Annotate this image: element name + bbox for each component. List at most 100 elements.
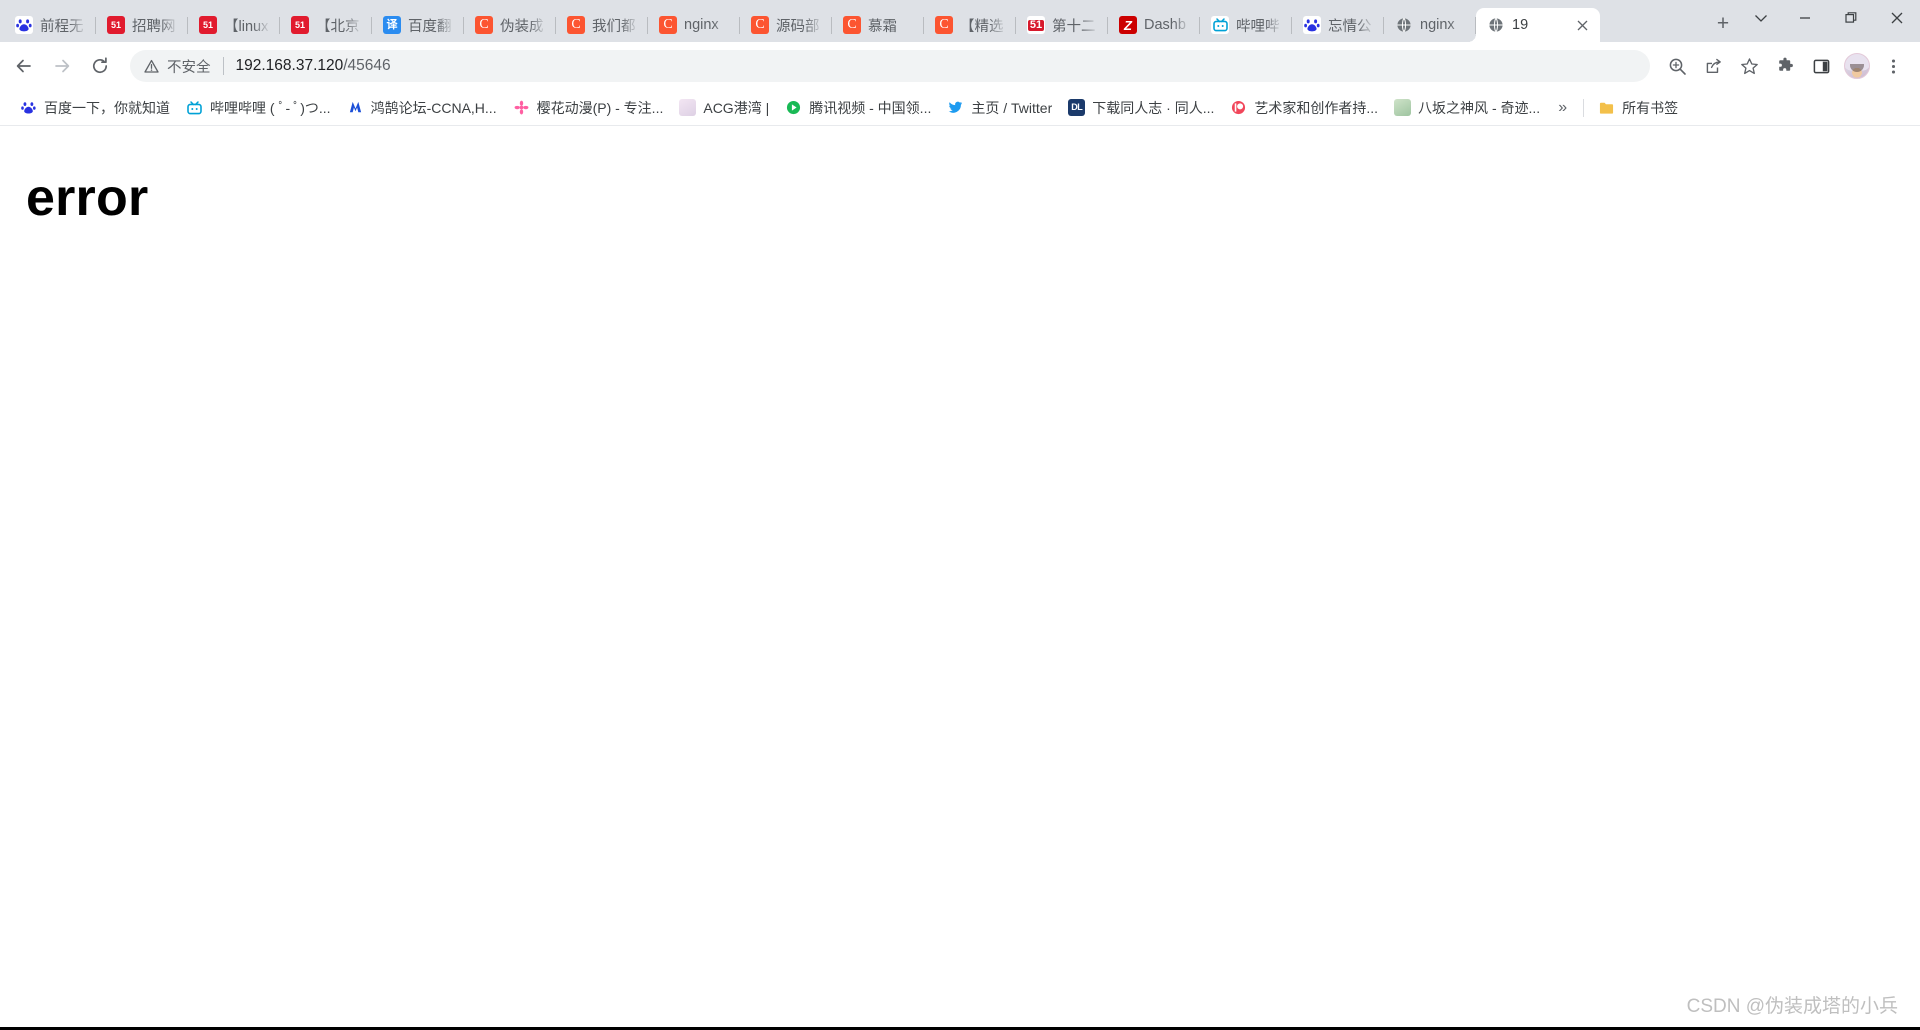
- tab-15[interactable]: nginx: [1384, 8, 1476, 42]
- bookmark-doujin-label: 下载同人志 · 同人...: [1092, 99, 1215, 116]
- tab-14[interactable]: 忘情公: [1292, 8, 1384, 42]
- bookmarks-divider: [1583, 98, 1585, 117]
- bookmark-honghu-label: 鸿鹄论坛-CCNA,H...: [370, 99, 497, 116]
- forward-button[interactable]: [44, 48, 80, 84]
- globe-icon: [1487, 16, 1505, 34]
- tab-12[interactable]: Z Dashb: [1108, 8, 1200, 42]
- baidu-icon: [15, 16, 33, 34]
- tab-16[interactable]: 19: [1468, 8, 1600, 42]
- bookmark-tencent-video[interactable]: 腾讯视频 - 中国领...: [777, 94, 939, 122]
- bookmark-acg[interactable]: ACG港湾 |: [671, 94, 777, 122]
- tab-strip: 前程无 51 招聘网 51 【linux 51 【北京译百度翻 C 伪装成 C 我们都 Cnginx C…: [0, 0, 1920, 42]
- tab-13[interactable]: 哔哩哔: [1200, 8, 1292, 42]
- bookmark-honghu[interactable]: 鸿鹄论坛-CCNA,H...: [339, 94, 505, 122]
- minimize-button[interactable]: [1782, 0, 1828, 36]
- extensions-puzzle-icon: [1778, 57, 1793, 71]
- bookmark-twitter-icon: [947, 99, 965, 116]
- chevron-down-icon: [1755, 15, 1767, 22]
- csdn-icon: C: [567, 16, 585, 34]
- zoom-in-icon: [1669, 58, 1686, 75]
- csdn-icon: C: [751, 16, 769, 34]
- side-panel-icon: [1813, 59, 1829, 73]
- tab-close-icon[interactable]: [1573, 16, 1591, 34]
- close-button[interactable]: [1874, 0, 1920, 36]
- browser-menu-icon: [1891, 58, 1895, 74]
- tab-title: 我们都: [592, 18, 636, 35]
- bookmark-acg-label: ACG港湾 |: [703, 99, 770, 116]
- tab-title: 前程无: [40, 18, 84, 35]
- tab-10[interactable]: C 【精选: [924, 8, 1016, 42]
- csdn-icon: C: [475, 16, 493, 34]
- tab-title: 【北京: [316, 18, 360, 35]
- tab-5[interactable]: C 伪装成: [464, 8, 556, 42]
- tab-9[interactable]: C 慕霜: [832, 8, 924, 42]
- bookmark-tencent-video-label: 腾讯视频 - 中国领...: [809, 99, 932, 116]
- 51cto-icon: 51: [1027, 16, 1045, 34]
- back-arrow-icon: [16, 59, 31, 73]
- new-tab-button[interactable]: +: [1706, 6, 1740, 40]
- share-button[interactable]: [1696, 49, 1730, 83]
- page-content: error CSDN @伪装成塔的小兵: [0, 126, 1920, 1030]
- zoom-in-button[interactable]: [1660, 49, 1694, 83]
- profile-avatar[interactable]: [1844, 53, 1870, 79]
- tab-title: 源码部: [776, 18, 820, 35]
- tab-3[interactable]: 51 【北京: [280, 8, 372, 42]
- tab-title: 慕霜: [868, 18, 897, 35]
- maximize-icon: [1845, 12, 1857, 23]
- window-controls: [1740, 0, 1920, 42]
- csdn-watermark: CSDN @伪装成塔的小兵: [1686, 996, 1898, 1017]
- tab-7[interactable]: Cnginx: [648, 8, 740, 42]
- browser-menu-button[interactable]: [1876, 49, 1910, 83]
- url-text: 192.168.37.120/45646: [236, 57, 1637, 75]
- bookmarks-bar: 百度一下，你就知道 哔哩哔哩 ( ﾟ- ﾟ)つ... 鸿鹄论坛-CCNA,H... 樱…: [0, 90, 1920, 126]
- bookmark-sakura-label: 樱花动漫(P) - 专注...: [536, 99, 664, 116]
- bookmark-twitter[interactable]: 主页 / Twitter: [939, 94, 1060, 122]
- bookmark-doujin[interactable]: DL 下载同人志 · 同人...: [1060, 94, 1222, 122]
- bookmark-star-icon: [1740, 57, 1758, 74]
- tab-2[interactable]: 51 【linux: [188, 8, 280, 42]
- globe-icon: [1395, 16, 1413, 34]
- csdn-icon: C: [843, 16, 861, 34]
- bookmark-sakura-icon: [512, 99, 530, 116]
- bookmark-baidu[interactable]: 百度一下，你就知道: [12, 94, 178, 122]
- 51job-icon: 51: [291, 16, 309, 34]
- close-icon: [1891, 12, 1903, 24]
- url-host: 192.168.37.120: [235, 57, 344, 74]
- bookmark-yasaka-icon: [1394, 99, 1412, 116]
- bookmark-star-button[interactable]: [1732, 49, 1766, 83]
- address-bar[interactable]: 不安全 192.168.37.120/45646: [130, 50, 1650, 82]
- back-button[interactable]: [6, 48, 42, 84]
- bookmarks-overflow-button[interactable]: »: [1548, 97, 1577, 119]
- tab-6[interactable]: C 我们都: [556, 8, 648, 42]
- reload-icon: [92, 57, 108, 74]
- omnibox-divider: [222, 57, 224, 75]
- tab-8[interactable]: C 源码部: [740, 8, 832, 42]
- all-bookmarks-button[interactable]: 所有书签: [1590, 94, 1686, 122]
- bookmark-sakura[interactable]: 樱花动漫(P) - 专注...: [505, 94, 672, 122]
- bookmark-tencent-video-icon: [785, 99, 803, 116]
- tab-list: 前程无 51 招聘网 51 【linux 51 【北京译百度翻 C 伪装成 C 我们都 Cnginx C…: [4, 0, 1700, 42]
- bookmark-patreon-label: 艺术家和创作者持...: [1254, 99, 1379, 116]
- baidu-fanyi-icon: 译: [383, 16, 401, 34]
- minimize-icon: [1800, 17, 1810, 19]
- reload-button[interactable]: [82, 48, 118, 84]
- bookmark-yasaka[interactable]: 八坂之神风 - 奇迹...: [1386, 94, 1548, 122]
- tab-4[interactable]: 译百度翻: [372, 8, 464, 42]
- tab-title: 【精选: [960, 18, 1004, 35]
- tab-0[interactable]: 前程无: [4, 8, 96, 42]
- bookmark-baidu-icon: [20, 99, 37, 116]
- tab-title: nginx: [1420, 17, 1455, 33]
- bookmark-bilibili[interactable]: 哔哩哔哩 ( ﾟ- ﾟ)つ...: [178, 94, 339, 122]
- side-panel-button[interactable]: [1804, 49, 1838, 83]
- extensions-button[interactable]: [1768, 49, 1802, 83]
- bookmark-patreon[interactable]: 艺术家和创作者持...: [1222, 94, 1386, 122]
- tab-1[interactable]: 51 招聘网: [96, 8, 188, 42]
- tab-11[interactable]: 51 第十二: [1016, 8, 1108, 42]
- tab-title: Dashb: [1144, 17, 1186, 33]
- all-bookmarks-label: 所有书签: [1622, 99, 1679, 116]
- tab-search-button[interactable]: [1740, 0, 1782, 36]
- new-tab-plus-icon: +: [1716, 11, 1730, 35]
- maximize-button[interactable]: [1828, 0, 1874, 36]
- folder-icon: [1598, 99, 1615, 116]
- bookmark-twitter-label: 主页 / Twitter: [971, 99, 1053, 116]
